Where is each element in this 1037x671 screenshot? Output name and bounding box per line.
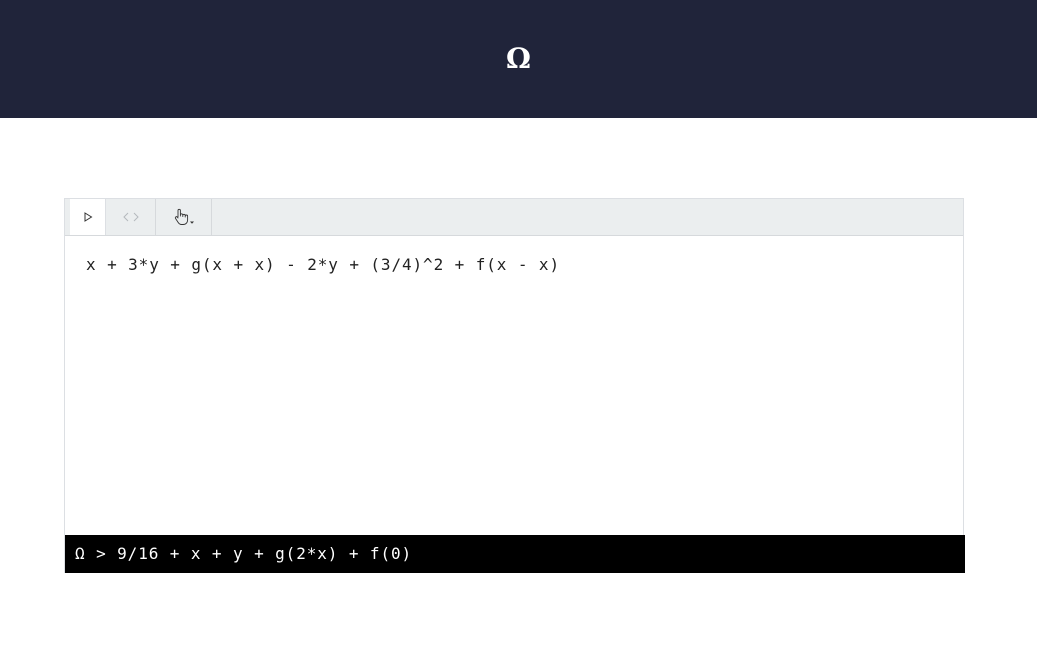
hand-pointer-icon	[174, 208, 194, 225]
omega-logo: Ω	[506, 41, 531, 75]
run-button[interactable]	[70, 199, 106, 235]
editor-toolbar	[65, 199, 963, 236]
code-icon	[122, 212, 139, 222]
pointer-mode-button[interactable]	[156, 199, 212, 235]
code-editor: x + 3*y + g(x + x) - 2*y + (3/4)^2 + f(x…	[64, 198, 965, 573]
app-header: Ω	[0, 0, 1037, 118]
output-result: 9/16 + x + y + g(2*x) + f(0)	[117, 544, 413, 563]
code-view-button[interactable]	[106, 199, 156, 235]
play-icon	[84, 212, 92, 222]
output-console: Ω > 9/16 + x + y + g(2*x) + f(0)	[65, 535, 965, 573]
output-prompt: Ω >	[75, 544, 118, 563]
code-input[interactable]: x + 3*y + g(x + x) - 2*y + (3/4)^2 + f(x…	[65, 236, 963, 535]
